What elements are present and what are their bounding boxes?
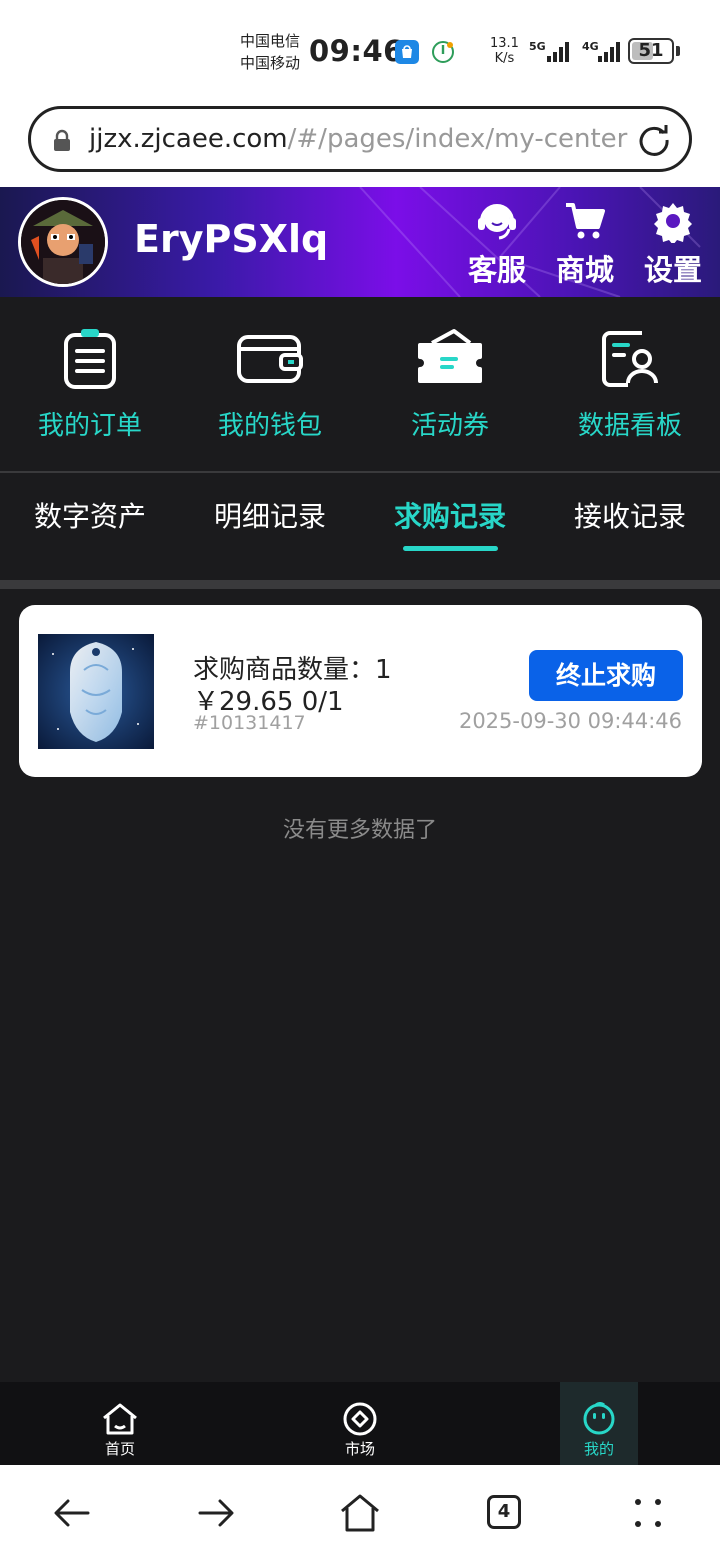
my-wallet-button[interactable]: 我的钱包 bbox=[180, 327, 360, 442]
no-more-data-text: 没有更多数据了 bbox=[282, 818, 437, 843]
charging-notification-icon bbox=[431, 40, 455, 64]
tab-digital-assets[interactable]: 数字资产 bbox=[0, 495, 180, 535]
tab-purchase-records[interactable]: 求购记录 bbox=[360, 495, 540, 535]
home-icon bbox=[103, 1403, 137, 1435]
record-tabs: 数字资产 明细记录 求购记录 接收记录 bbox=[0, 475, 720, 580]
purchase-order-card: 求购商品数量：1 ￥29.65 0/1 #10131417 终止求购 2025-… bbox=[19, 605, 702, 777]
browser-toolbar: jjzx.zjcaee.com/#/pages/index/my-center bbox=[0, 100, 720, 187]
tab-detail-records[interactable]: 明细记录 bbox=[180, 495, 360, 535]
settings-label: 设置 bbox=[643, 253, 702, 287]
address-bar[interactable]: jjzx.zjcaee.com/#/pages/index/my-center bbox=[28, 106, 692, 172]
my-orders-button[interactable]: 我的订单 bbox=[0, 327, 180, 442]
signal-5g-icon: 5G bbox=[529, 38, 575, 66]
data-dashboard-label: 数据看板 bbox=[577, 411, 682, 441]
nav-home[interactable]: 首页 bbox=[70, 1382, 170, 1465]
coupon-icon bbox=[418, 329, 482, 383]
cart-icon bbox=[566, 203, 605, 239]
browser-bottom-bar: 4 bbox=[0, 1465, 720, 1560]
product-thumbnail bbox=[38, 634, 154, 749]
more-menu-icon[interactable] bbox=[624, 1489, 672, 1537]
tab-receive-records[interactable]: 接收记录 bbox=[540, 495, 720, 535]
app-notification-icon bbox=[395, 40, 419, 64]
nav-profile[interactable]: 我的 bbox=[560, 1382, 638, 1465]
nav-home-label: 首页 bbox=[104, 1440, 135, 1458]
carrier-2: 中国移动 bbox=[240, 54, 301, 72]
data-dashboard-button[interactable]: 数据看板 bbox=[540, 327, 720, 442]
jade-pendant-image bbox=[38, 634, 154, 749]
svg-text:5G: 5G bbox=[529, 40, 546, 53]
customer-service-label: 客服 bbox=[467, 253, 526, 287]
carrier-names: 中国电信 中国移动 bbox=[240, 30, 300, 74]
network-speed: 13.1 K/s bbox=[490, 36, 519, 66]
battery-level: 51 bbox=[638, 40, 664, 61]
customer-service-button[interactable]: 客服 bbox=[462, 199, 532, 291]
nav-market-label: 市场 bbox=[344, 1440, 375, 1458]
username: EryPSXlq bbox=[134, 217, 329, 261]
mall-label: 商城 bbox=[555, 253, 614, 287]
avatar-image bbox=[21, 200, 105, 284]
gear-icon bbox=[654, 203, 692, 243]
status-bar: 中国电信 中国移动 09:46 13.1 K/s 5G 4G 51 bbox=[0, 0, 720, 100]
profile-icon bbox=[583, 1402, 615, 1435]
nav-market[interactable]: 市场 bbox=[310, 1382, 410, 1465]
reload-icon[interactable] bbox=[637, 123, 671, 157]
order-id: #10131417 bbox=[193, 712, 306, 734]
order-timestamp: 2025-09-30 09:44:46 bbox=[458, 709, 682, 733]
my-orders-label: 我的订单 bbox=[37, 411, 142, 441]
wallet-icon bbox=[237, 335, 303, 383]
mall-button[interactable]: 商城 bbox=[550, 199, 620, 291]
bottom-navigation: 首页 市场 我的 bbox=[0, 1382, 720, 1465]
quick-actions: 我的订单 我的钱包 活动券 数据看板 bbox=[0, 297, 720, 473]
active-tab-indicator bbox=[403, 546, 498, 551]
nav-profile-label: 我的 bbox=[583, 1440, 614, 1458]
dashboard-icon bbox=[602, 331, 658, 387]
lock-icon bbox=[54, 129, 70, 151]
market-icon bbox=[343, 1402, 377, 1436]
coupons-label: 活动券 bbox=[410, 411, 489, 441]
clock: 09:46 bbox=[309, 34, 404, 68]
settings-button[interactable]: 设置 bbox=[638, 199, 708, 291]
svg-text:4G: 4G bbox=[582, 40, 599, 53]
signal-4g-icon: 4G bbox=[582, 38, 624, 66]
carrier-1: 中国电信 bbox=[240, 32, 301, 50]
section-divider bbox=[0, 580, 720, 589]
battery-icon: 51 bbox=[628, 38, 674, 64]
avatar[interactable] bbox=[18, 197, 108, 287]
tab-count-button[interactable]: 4 bbox=[487, 1495, 521, 1529]
url-text[interactable]: jjzx.zjcaee.com/#/pages/index/my-center bbox=[89, 124, 627, 154]
home-page-icon[interactable] bbox=[336, 1489, 384, 1537]
profile-header: EryPSXlq 客服 商城 设置 bbox=[0, 187, 720, 297]
terminate-purchase-button[interactable]: 终止求购 bbox=[529, 650, 683, 701]
forward-arrow-icon[interactable] bbox=[192, 1489, 240, 1537]
coupons-button[interactable]: 活动券 bbox=[360, 327, 540, 442]
headset-icon bbox=[478, 204, 516, 240]
my-wallet-label: 我的钱包 bbox=[217, 411, 322, 441]
back-arrow-icon[interactable] bbox=[48, 1489, 96, 1537]
clipboard-icon bbox=[64, 329, 116, 389]
